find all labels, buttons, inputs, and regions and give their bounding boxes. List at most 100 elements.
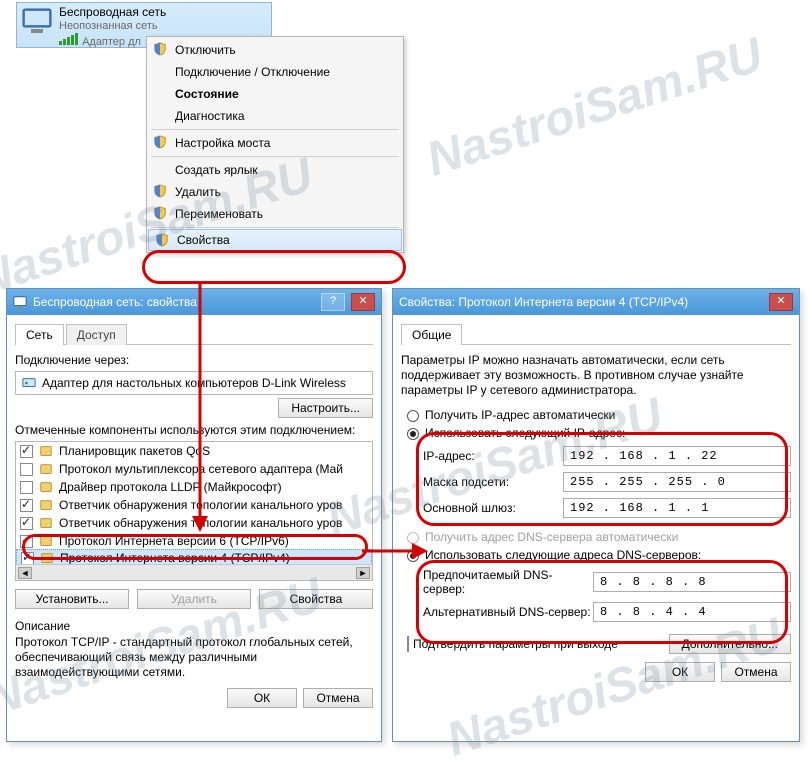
- menu-item[interactable]: Подключение / Отключение: [147, 61, 403, 83]
- component-icon: [39, 498, 53, 512]
- cancel-button[interactable]: Отмена: [721, 662, 791, 682]
- menu-separator: [151, 227, 399, 228]
- checkbox-icon[interactable]: [20, 463, 33, 476]
- radio-auto-dns: Получить адрес DNS-сервера автоматически: [407, 530, 791, 544]
- advanced-button[interactable]: Дополнительно...: [669, 634, 791, 654]
- help-button[interactable]: ?: [321, 293, 345, 311]
- dns1-input[interactable]: 8 . 8 . 8 . 8: [593, 572, 791, 592]
- component-label: Ответчик обнаружения топологии канальног…: [59, 516, 342, 530]
- component-icon: [39, 534, 53, 548]
- checkbox-icon[interactable]: [21, 552, 34, 565]
- component-item[interactable]: Протокол мультиплексора сетевого адаптер…: [16, 460, 372, 478]
- checkbox-icon: [407, 636, 409, 652]
- watermark: NastroiSam.RU: [420, 27, 769, 187]
- component-label: Протокол мультиплексора сетевого адаптер…: [59, 462, 343, 476]
- tabstrip: Сеть Доступ: [15, 323, 373, 345]
- network-title: Беспроводная сеть: [59, 5, 166, 19]
- checkbox-icon[interactable]: [20, 517, 33, 530]
- remove-button: Удалить: [137, 589, 251, 609]
- menu-item[interactable]: Свойства: [148, 229, 402, 251]
- menu-item-label: Свойства: [177, 233, 230, 247]
- gateway-label: Основной шлюз:: [423, 501, 563, 515]
- radio-icon: [407, 428, 419, 440]
- scroll-left-icon[interactable]: ◄: [18, 567, 32, 579]
- dialog-title: Беспроводная сеть: свойства: [33, 295, 197, 309]
- menu-item[interactable]: Отключить: [147, 39, 403, 61]
- menu-item-label: Диагностика: [175, 109, 245, 123]
- description-title: Описание: [15, 619, 373, 633]
- menu-item-label: Подключение / Отключение: [175, 65, 330, 79]
- titlebar[interactable]: Свойства: Протокол Интернета версии 4 (T…: [393, 289, 799, 315]
- tab-access[interactable]: Доступ: [66, 324, 127, 345]
- checkbox-icon[interactable]: [20, 535, 33, 548]
- close-button[interactable]: ✕: [769, 293, 793, 311]
- context-menu: Отключить Подключение / Отключение Состоян…: [146, 36, 404, 253]
- dialog-title: Свойства: Протокол Интернета версии 4 (T…: [399, 295, 688, 309]
- component-item[interactable]: Протокол Интернета версии 6 (TCP/IPv6): [16, 532, 372, 550]
- properties-button[interactable]: Свойства: [259, 589, 373, 609]
- wifi-signal-icon: [59, 33, 79, 49]
- uac-shield-icon: [155, 233, 169, 247]
- install-button[interactable]: Установить...: [15, 589, 129, 609]
- radio-manual-ip[interactable]: Использовать следующий IP-адрес:: [407, 426, 791, 440]
- checkbox-icon[interactable]: [20, 445, 33, 458]
- component-label: Протокол Интернета версии 4 (TCP/IPv4): [60, 551, 290, 565]
- horizontal-scrollbar[interactable]: ◄ ►: [16, 564, 372, 580]
- component-item[interactable]: Планировщик пакетов QoS: [16, 442, 372, 460]
- mask-label: Маска подсети:: [423, 475, 563, 489]
- menu-item-label: Создать ярлык: [175, 163, 258, 177]
- radio-manual-dns[interactable]: Использовать следующие адреса DNS-сервер…: [407, 548, 791, 562]
- network-icon: [13, 295, 27, 309]
- confirm-checkbox[interactable]: Подтвердить параметры при выходе: [407, 637, 618, 651]
- component-item[interactable]: Ответчик обнаружения топологии канальног…: [16, 496, 372, 514]
- close-button[interactable]: ✕: [351, 293, 375, 311]
- component-item[interactable]: Ответчик обнаружения топологии канальног…: [16, 514, 372, 532]
- dns2-label: Альтернативный DNS-сервер:: [423, 605, 593, 619]
- configure-button[interactable]: Настроить...: [278, 398, 373, 418]
- component-icon: [39, 444, 53, 458]
- gateway-input[interactable]: 192 . 168 . 1 . 1: [563, 498, 791, 518]
- menu-item[interactable]: Удалить: [147, 181, 403, 203]
- component-label: Планировщик пакетов QoS: [59, 444, 210, 458]
- tab-network[interactable]: Сеть: [15, 324, 64, 345]
- component-item[interactable]: Драйвер протокола LLDP (Майкрософт): [16, 478, 372, 496]
- cancel-button[interactable]: Отмена: [303, 688, 373, 708]
- menu-item-label: Настройка моста: [175, 136, 270, 150]
- adapter-name: Адаптер для настольных компьютеров D-Lin…: [42, 376, 346, 390]
- radio-icon: [407, 550, 419, 562]
- menu-separator: [151, 156, 399, 157]
- component-icon: [39, 516, 53, 530]
- components-listbox[interactable]: Планировщик пакетов QoS Протокол мультипл…: [15, 441, 373, 581]
- menu-item[interactable]: Создать ярлык: [147, 159, 403, 181]
- menu-item-label: Переименовать: [175, 207, 263, 221]
- network-subtitle: Неопознанная сеть: [59, 19, 166, 33]
- monitor-icon: [21, 5, 53, 37]
- uac-shield-icon: [153, 206, 167, 220]
- titlebar[interactable]: Беспроводная сеть: свойства ? ✕: [7, 289, 381, 315]
- checkbox-icon[interactable]: [20, 481, 33, 494]
- ok-button[interactable]: ОК: [227, 688, 297, 708]
- adapter-field: Адаптер для настольных компьютеров D-Lin…: [15, 371, 373, 395]
- radio-icon: [407, 532, 419, 544]
- uac-shield-icon: [153, 42, 167, 56]
- radio-auto-ip[interactable]: Получить IP-адрес автоматически: [407, 408, 791, 422]
- mask-input[interactable]: 255 . 255 . 255 . 0: [563, 472, 791, 492]
- tabstrip: Общие: [401, 323, 791, 345]
- menu-item-label: Отключить: [175, 43, 236, 57]
- uac-shield-icon: [153, 135, 167, 149]
- menu-item[interactable]: Диагностика: [147, 105, 403, 127]
- connect-via-label: Подключение через:: [15, 353, 373, 367]
- ok-button[interactable]: ОК: [645, 662, 715, 682]
- dns1-label: Предпочитаемый DNS-сервер:: [423, 568, 593, 596]
- dns2-input[interactable]: 8 . 8 . 4 . 4: [593, 602, 791, 622]
- menu-item[interactable]: Настройка моста: [147, 132, 403, 154]
- menu-item[interactable]: Переименовать: [147, 203, 403, 225]
- ip-input[interactable]: 192 . 168 . 1 . 22: [563, 446, 791, 466]
- adapter-icon: [22, 376, 36, 390]
- component-icon: [40, 551, 54, 565]
- ip-label: IP-адрес:: [423, 449, 563, 463]
- checkbox-icon[interactable]: [20, 499, 33, 512]
- scroll-right-icon[interactable]: ►: [356, 567, 370, 579]
- menu-item[interactable]: Состояние: [147, 83, 403, 105]
- tab-general[interactable]: Общие: [401, 324, 462, 345]
